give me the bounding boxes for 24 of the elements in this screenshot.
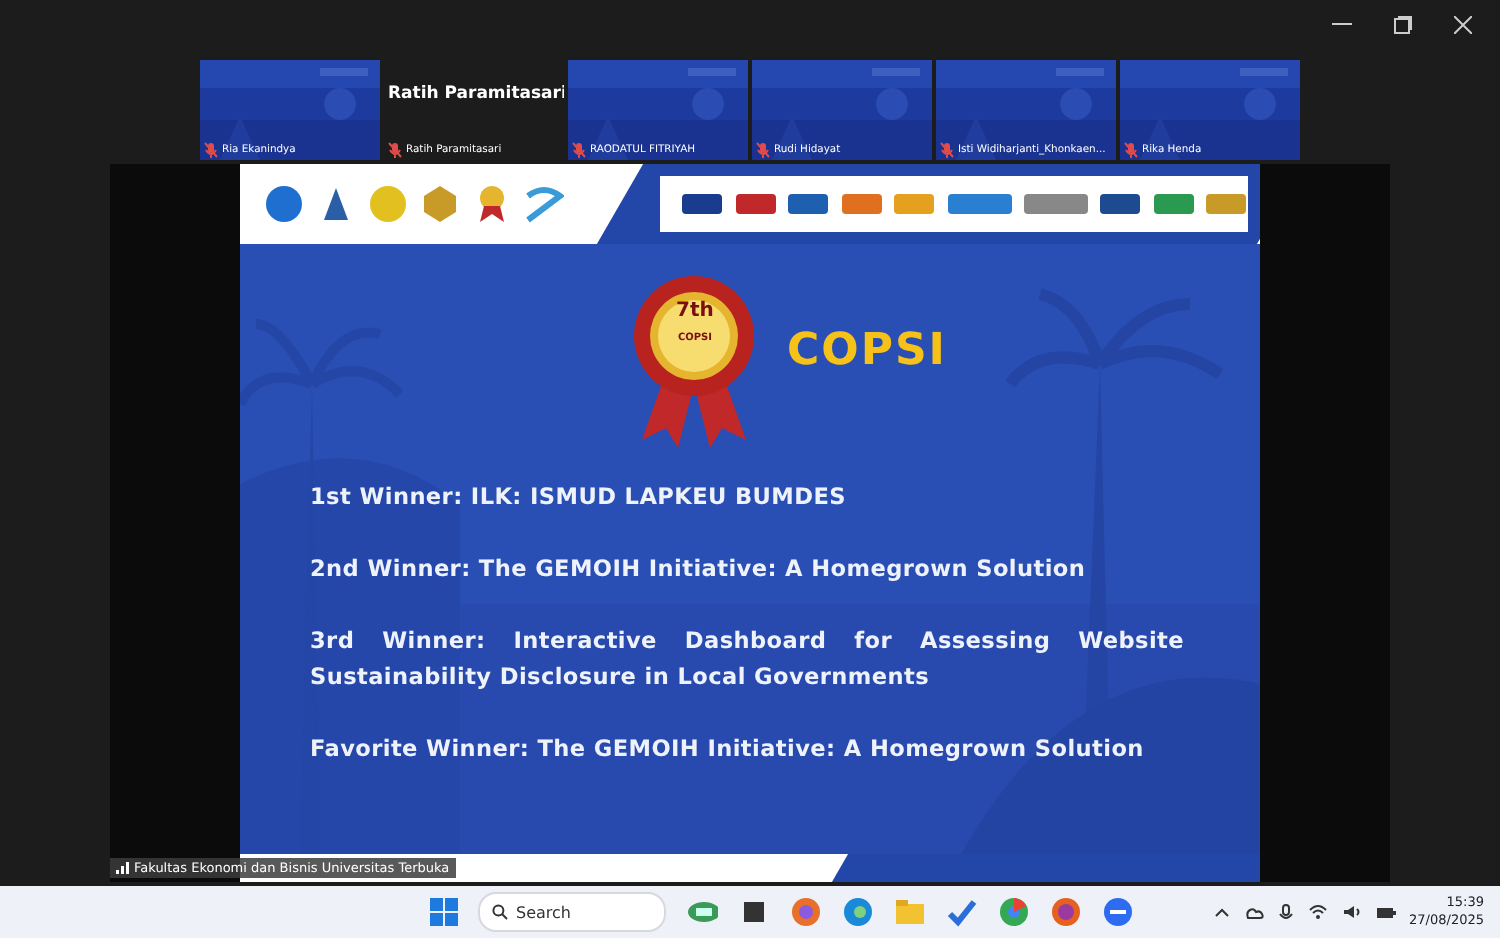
- chevron-icon[interactable]: [1213, 906, 1230, 919]
- start-icon[interactable]: [430, 898, 458, 927]
- slide-title: COPSI: [786, 326, 947, 377]
- signal-icon: [116, 862, 130, 875]
- logo-icon: [420, 183, 460, 224]
- battery-icon[interactable]: [1375, 905, 1396, 920]
- winner-text: 1st Winner: ILK: ISMUD LAPKEU BUMDES: [310, 481, 848, 514]
- restore-icon[interactable]: [1393, 15, 1411, 34]
- search-field[interactable]: Search: [478, 892, 666, 933]
- speaker-icon[interactable]: [1341, 904, 1362, 921]
- winner-text: Favorite Winner: The GEMOIH Initiative: A Homegrown Solution: [310, 733, 1146, 766]
- winner-text: 2nd Winner: The GEMOIH Initiative: A Homegrown Solution: [310, 553, 1088, 586]
- minimize-icon[interactable]: [1332, 22, 1352, 27]
- logo-icon: [368, 183, 408, 224]
- badge-number: 7th: [674, 299, 716, 322]
- app-icon[interactable]: [1050, 896, 1082, 929]
- search-icon: [492, 904, 508, 921]
- mic-icon[interactable]: [1277, 903, 1294, 922]
- wifi-icon[interactable]: [1307, 904, 1328, 921]
- cloud-icon[interactable]: [1243, 905, 1264, 920]
- logo-icon: [524, 183, 564, 224]
- logo-icon: [264, 183, 304, 224]
- close-icon[interactable]: [1453, 15, 1471, 34]
- winner-text: 3rd Winner: Interactive Dashboard for Assessing Website Sustainability Disclosure in Local Governments: [310, 625, 1184, 694]
